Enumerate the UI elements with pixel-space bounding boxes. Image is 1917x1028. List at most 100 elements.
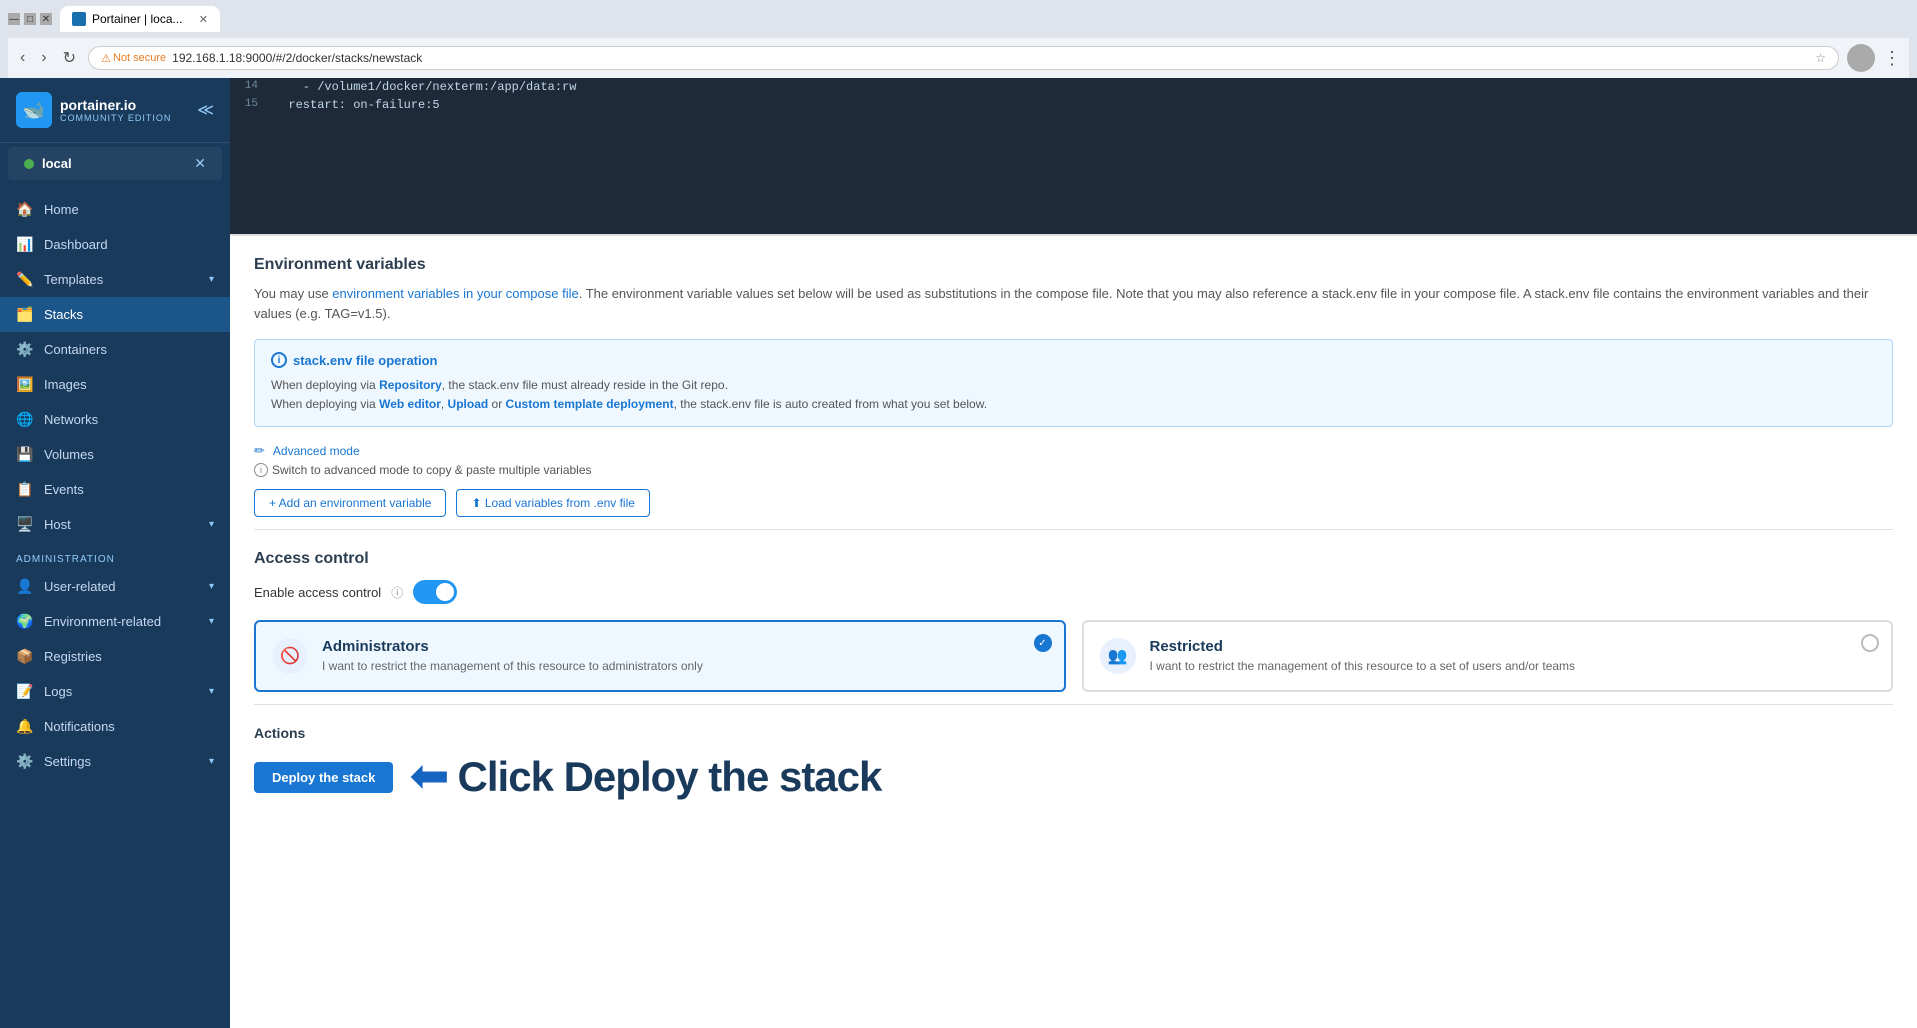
toggle-row: Enable access control ⓘ [254,580,1893,604]
edit-icon: ✏ [254,443,265,459]
sidebar-item-settings[interactable]: ⚙️ Settings ▾ [0,744,230,779]
window-controls: — □ ✕ [8,13,52,25]
annotation-text: Click Deploy the stack [458,753,882,801]
env-close-button[interactable]: ✕ [194,155,206,172]
custom-template-bold: Custom template deployment [506,397,674,411]
sidebar-item-networks[interactable]: 🌐 Networks [0,402,230,437]
stacks-icon: 🗂️ [16,306,34,323]
not-secure-indicator: ⚠ Not secure [101,52,166,65]
sidebar-item-label: Home [44,202,214,217]
info-line-1: When deploying via Repository, the stack… [271,376,1876,395]
code-line-15: 15 restart: on-failure:5 [230,96,1917,114]
radio-administrators[interactable] [1034,634,1052,652]
add-env-variable-button[interactable]: + Add an environment variable [254,489,446,517]
advanced-mode-link[interactable]: Advanced mode [273,444,360,458]
warning-icon: ⚠ [101,52,111,65]
sidebar-item-label: Registries [44,649,214,664]
advanced-mode-row: ✏ Advanced mode [254,443,1893,459]
access-control-section: Access control Enable access control ⓘ 🚫 [254,530,1893,704]
restricted-icon: 👥 [1100,638,1136,674]
toggle-slider [413,580,457,604]
env-variables-desc: You may use environment variables in you… [254,284,1893,323]
access-card-administrators[interactable]: 🚫 Administrators I want to restrict the … [254,620,1066,692]
sidebar-item-home[interactable]: 🏠 Home [0,192,230,227]
access-control-toggle[interactable] [413,580,457,604]
sidebar-item-registries[interactable]: 📦 Registries [0,639,230,674]
main-content: 14 - /volume1/docker/nexterm:/app/data:r… [230,78,1917,1028]
chevron-down-icon: ▾ [209,519,214,530]
bookmark-icon[interactable]: ☆ [1815,51,1826,65]
app-container: 🐋 portainer.io COMMUNITY EDITION ≪ local… [0,78,1917,1028]
sidebar-item-stacks[interactable]: 🗂️ Stacks [0,297,230,332]
card-title-administrators: Administrators [322,638,703,655]
sidebar-item-label: Host [44,517,199,532]
sidebar-env-item[interactable]: local ✕ [8,147,222,180]
sidebar-item-user-related[interactable]: 👤 User-related ▾ [0,569,230,604]
maximize-button[interactable]: □ [24,13,36,25]
env-btn-row: + Add an environment variable ⬆ Load var… [254,489,1893,517]
deploy-stack-button[interactable]: Deploy the stack [254,762,393,793]
chevron-down-icon: ▾ [209,616,214,627]
not-secure-label: Not secure [113,52,166,64]
sidebar-item-notifications[interactable]: 🔔 Notifications [0,709,230,744]
sidebar-item-templates[interactable]: ✏️ Templates ▾ [0,262,230,297]
back-button[interactable]: ‹ [16,47,29,69]
info-line-2: When deploying via Web editor, Upload or… [271,395,1876,414]
close-button[interactable]: ✕ [40,13,52,25]
forward-button[interactable]: › [37,47,50,69]
dashboard-icon: 📊 [16,236,34,253]
sidebar-item-label: Stacks [44,307,214,322]
advanced-mode-desc-text: Switch to advanced mode to copy & paste … [272,463,592,477]
sidebar-item-environment-related[interactable]: 🌍 Environment-related ▾ [0,604,230,639]
admin-section-header: Administration [0,542,230,569]
env-link[interactable]: environment variables in your compose fi… [332,286,578,301]
events-icon: 📋 [16,481,34,498]
sidebar-item-label: Volumes [44,447,214,462]
refresh-button[interactable]: ↻ [59,46,80,70]
browser-tab[interactable]: Portainer | loca... ✕ [60,6,220,32]
sidebar-item-label: Dashboard [44,237,214,252]
minimize-button[interactable]: — [8,13,20,25]
sidebar-item-label: Notifications [44,719,214,734]
sidebar-item-images[interactable]: 🖼️ Images [0,367,230,402]
sidebar-item-dashboard[interactable]: 📊 Dashboard [0,227,230,262]
networks-icon: 🌐 [16,411,34,428]
sidebar-item-volumes[interactable]: 💾 Volumes [0,437,230,472]
browser-top: — □ ✕ Portainer | loca... ✕ [8,6,1909,32]
access-control-title: Access control [254,550,1893,568]
settings-icon: ⚙️ [16,753,34,770]
sidebar-item-events[interactable]: 📋 Events [0,472,230,507]
templates-icon: ✏️ [16,271,34,288]
load-env-file-button[interactable]: ⬆ Load variables from .env file [456,489,649,517]
help-icon[interactable]: ⓘ [391,584,403,601]
sidebar: 🐋 portainer.io COMMUNITY EDITION ≪ local… [0,78,230,1028]
address-bar[interactable]: ⚠ Not secure 192.168.1.18:9000/#/2/docke… [88,46,1839,70]
upload-bold: Upload [448,397,489,411]
browser-chrome: — □ ✕ Portainer | loca... ✕ ‹ › ↻ ⚠ Not … [0,0,1917,78]
home-icon: 🏠 [16,201,34,218]
env-status-dot [24,159,34,169]
sidebar-item-containers[interactable]: ⚙️ Containers [0,332,230,367]
sidebar-item-label: Networks [44,412,214,427]
sidebar-collapse-button[interactable]: ≪ [197,100,214,120]
sidebar-item-label: Images [44,377,214,392]
sidebar-item-label: Settings [44,754,199,769]
enable-access-label: Enable access control [254,585,381,600]
chevron-down-icon: ▾ [209,756,214,767]
repository-bold: Repository [379,378,442,392]
info-box: i stack.env file operation When deployin… [254,339,1893,427]
logs-icon: 📝 [16,683,34,700]
sidebar-item-host[interactable]: 🖥️ Host ▾ [0,507,230,542]
tab-close-button[interactable]: ✕ [199,13,208,26]
deploy-row: Deploy the stack ⬅ Click Deploy the stac… [254,753,1893,801]
tab-bar: Portainer | loca... ✕ [60,6,220,32]
sidebar-item-logs[interactable]: 📝 Logs ▾ [0,674,230,709]
radio-restricted[interactable] [1861,634,1879,652]
profile-icon[interactable] [1847,44,1875,72]
access-card-restricted[interactable]: 👥 Restricted I want to restrict the mana… [1082,620,1894,692]
env-variables-section: Environment variables You may use enviro… [254,236,1893,529]
info-circle-small: i [254,463,268,477]
menu-icon[interactable]: ⋮ [1883,48,1901,69]
logo-sub: COMMUNITY EDITION [60,113,171,123]
line-number: 15 [230,97,270,111]
